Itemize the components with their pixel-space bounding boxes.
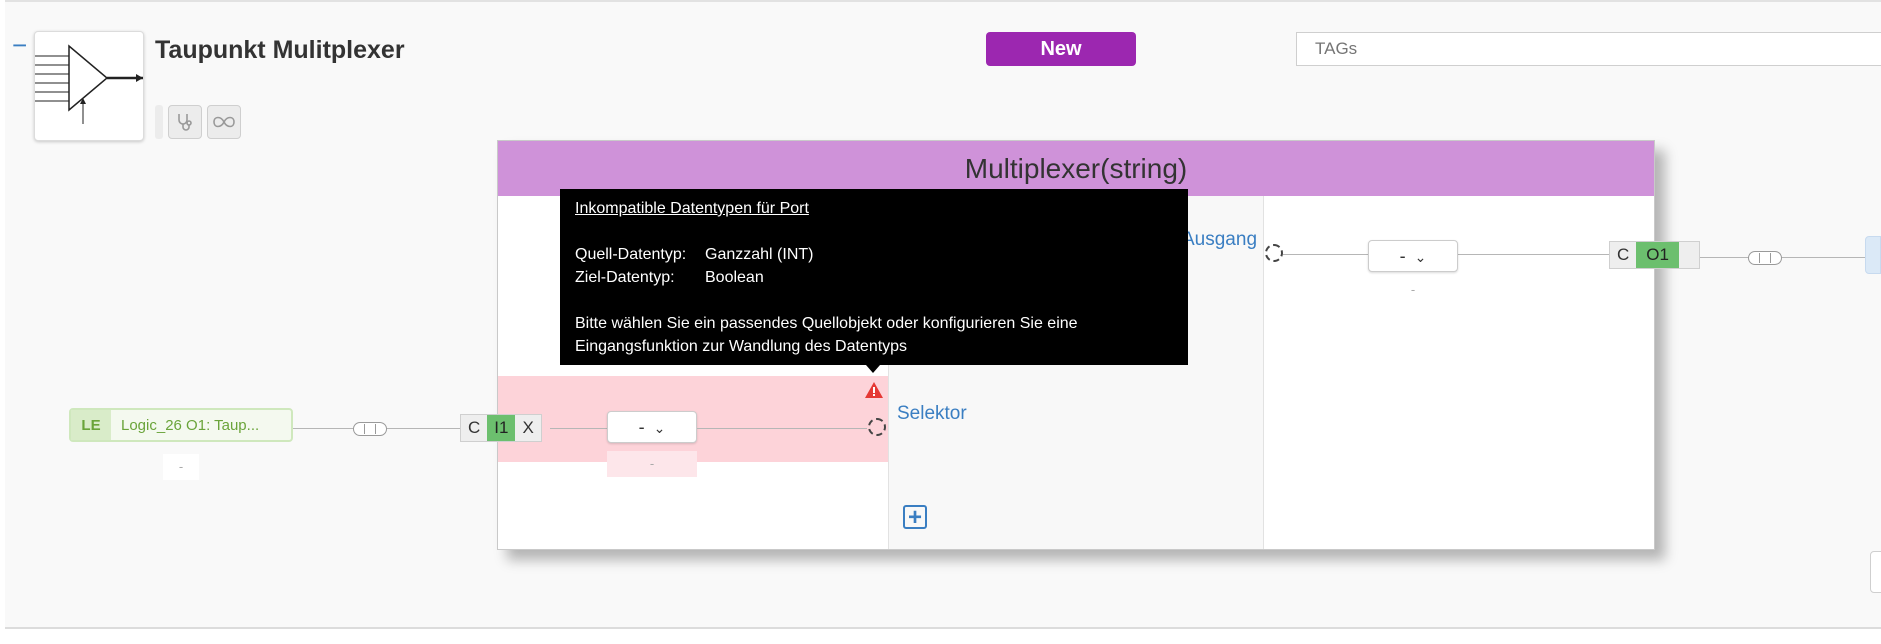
input-port-badge[interactable]: C I1 X — [460, 414, 542, 442]
selector-port-handle[interactable] — [868, 418, 886, 436]
input-connector[interactable] — [353, 422, 387, 436]
input-wire-3 — [697, 428, 867, 429]
tooltip-arrow — [866, 365, 880, 373]
tags-input[interactable] — [1296, 32, 1881, 66]
input-x[interactable]: X — [515, 415, 541, 441]
output-function-sub: - — [1376, 277, 1450, 303]
tooltip-target-value: Boolean — [705, 269, 764, 286]
output-wire-2 — [1700, 257, 1881, 258]
chevron-down-icon: ⌄ — [1414, 249, 1427, 265]
loop-button[interactable] — [207, 105, 241, 139]
collapse-toggle[interactable]: − — [12, 32, 27, 58]
warning-triangle-icon — [865, 382, 883, 398]
page-title: Taupunkt Mulitplexer — [155, 36, 405, 64]
chevron-down-icon: ⌄ — [653, 420, 666, 436]
output-function-dropdown[interactable]: - ⌄ — [1368, 240, 1458, 272]
output-label: Ausgang — [1182, 229, 1258, 250]
tooltip-target-key: Ziel-Datentyp: — [575, 269, 675, 286]
diagnose-button[interactable] — [168, 105, 202, 139]
output-c[interactable]: C — [1610, 242, 1637, 268]
input-function-dropdown[interactable]: - ⌄ — [607, 411, 697, 443]
input-function-value: - — [638, 417, 645, 437]
source-sub: - — [163, 454, 199, 480]
output-id[interactable]: O1 — [1636, 242, 1679, 268]
output-connector[interactable] — [1748, 251, 1782, 265]
error-tooltip: Inkompatible Datentypen für Port Quell-D… — [560, 189, 1188, 365]
input-c[interactable]: C — [461, 415, 488, 441]
input-wire-2 — [550, 428, 610, 429]
block-title: Multiplexer(string) — [498, 141, 1654, 196]
new-button[interactable]: New — [986, 32, 1136, 66]
output-port-handle[interactable] — [1265, 244, 1283, 262]
output-function-value: - — [1399, 246, 1406, 266]
source-node[interactable]: LE Logic_26 O1: Taup... — [69, 408, 293, 442]
side-panel-edge[interactable] — [1870, 551, 1881, 593]
tool-buttons — [155, 105, 241, 139]
selector-label: Selektor — [897, 403, 967, 424]
input-id[interactable]: I1 — [487, 415, 516, 441]
tooltip-title: Inkompatible Datentypen für Port — [575, 200, 809, 217]
output-extra[interactable] — [1678, 242, 1699, 268]
tool-separator — [155, 105, 163, 139]
plus-icon[interactable]: + — [903, 505, 927, 530]
tooltip-source-value: Ganzzahl (INT) — [705, 246, 814, 263]
target-node-edge[interactable] — [1865, 236, 1881, 274]
stethoscope-icon — [178, 114, 192, 131]
source-tag: LE — [71, 410, 111, 440]
output-port-badge[interactable]: C O1 — [1609, 241, 1700, 269]
input-function-sub: - — [607, 451, 697, 477]
tooltip-message-1: Bitte wählen Sie ein passendes Quellobje… — [575, 315, 1078, 332]
infinity-icon — [213, 116, 235, 128]
tooltip-message-2: Eingangsfunktion zur Wandlung des Datent… — [575, 338, 908, 355]
tooltip-source-key: Quell-Datentyp: — [575, 246, 687, 263]
source-label: Logic_26 O1: Taup... — [121, 416, 260, 434]
multiplexer-icon — [34, 31, 144, 141]
